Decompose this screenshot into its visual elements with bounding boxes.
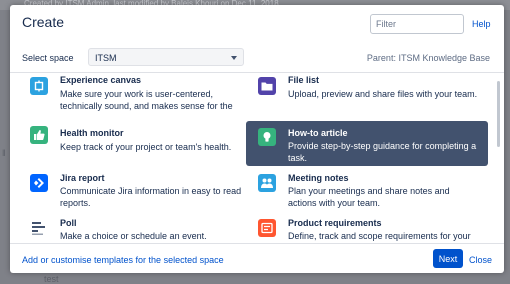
filter-input[interactable] — [370, 14, 464, 34]
next-button[interactable]: Next — [433, 249, 463, 268]
template-name: Experience canvas — [60, 75, 142, 85]
canvas-icon — [30, 77, 48, 95]
people-icon — [258, 174, 276, 192]
space-select[interactable]: ITSM — [88, 48, 244, 66]
lightbulb-icon — [258, 128, 276, 146]
close-button[interactable]: Close — [469, 255, 492, 265]
template-name: Jira report — [60, 173, 105, 183]
customise-templates-link[interactable]: Add or customise templates for the selec… — [22, 255, 224, 265]
jira-icon — [30, 174, 48, 192]
select-space-label: Select space — [22, 53, 74, 63]
template-name: Poll — [60, 218, 77, 228]
template-name: Health monitor — [60, 128, 124, 138]
thumbs-up-icon — [30, 126, 48, 144]
template-description: Keep track of your project or team's hea… — [60, 142, 232, 152]
help-link[interactable]: Help — [472, 19, 491, 29]
template-description: Communicate Jira information in easy to … — [60, 186, 242, 208]
template-description: Make sure your work is user-centered, te… — [60, 89, 233, 111]
create-dialog: Create Help Select space ITSM Parent: IT… — [10, 5, 504, 273]
template-poll[interactable]: Poll Make a choice or schedule an event. — [18, 215, 246, 243]
template-description: Plan your meetings and share notes and a… — [288, 186, 450, 208]
template-experience-canvas[interactable]: Experience canvas Make sure your work is… — [18, 73, 246, 113]
template-file-list[interactable]: File list Upload, preview and share file… — [246, 73, 488, 113]
template-health-monitor[interactable]: Health monitor Keep track of your projec… — [18, 121, 246, 165]
template-grid: Experience canvas Make sure your work is… — [10, 72, 504, 244]
template-description: Provide step-by-step guidance for comple… — [288, 141, 477, 163]
template-name: File list — [288, 75, 320, 85]
template-name: How-to article — [288, 128, 348, 138]
sidebar-resize-handle[interactable]: ‖ — [2, 148, 6, 158]
dialog-title: Create — [22, 14, 65, 30]
folder-icon — [258, 77, 276, 95]
template-name: Meeting notes — [288, 173, 349, 183]
requirements-icon — [258, 219, 276, 237]
chevron-down-icon — [231, 56, 237, 60]
space-select-value: ITSM — [95, 53, 117, 63]
parent-page-label: Parent: ITSM Knowledge Base — [366, 53, 490, 63]
template-how-to-article[interactable]: How-to article Provide step-by-step guid… — [246, 121, 488, 166]
page-bottom-text: test — [44, 274, 59, 284]
poll-icon — [30, 219, 48, 237]
template-jira-report[interactable]: Jira report Communicate Jira information… — [18, 169, 246, 209]
template-description: Upload, preview and share files with you… — [288, 89, 478, 99]
template-product-requirements[interactable]: Product requirements Define, track and s… — [246, 215, 488, 243]
template-description: Define, track and scope requirements for… — [288, 231, 471, 241]
template-description: Make a choice or schedule an event. — [60, 231, 207, 241]
template-scrollbar[interactable] — [497, 81, 500, 147]
template-meeting-notes[interactable]: Meeting notes Plan your meetings and sha… — [246, 169, 488, 209]
template-name: Product requirements — [288, 218, 382, 228]
